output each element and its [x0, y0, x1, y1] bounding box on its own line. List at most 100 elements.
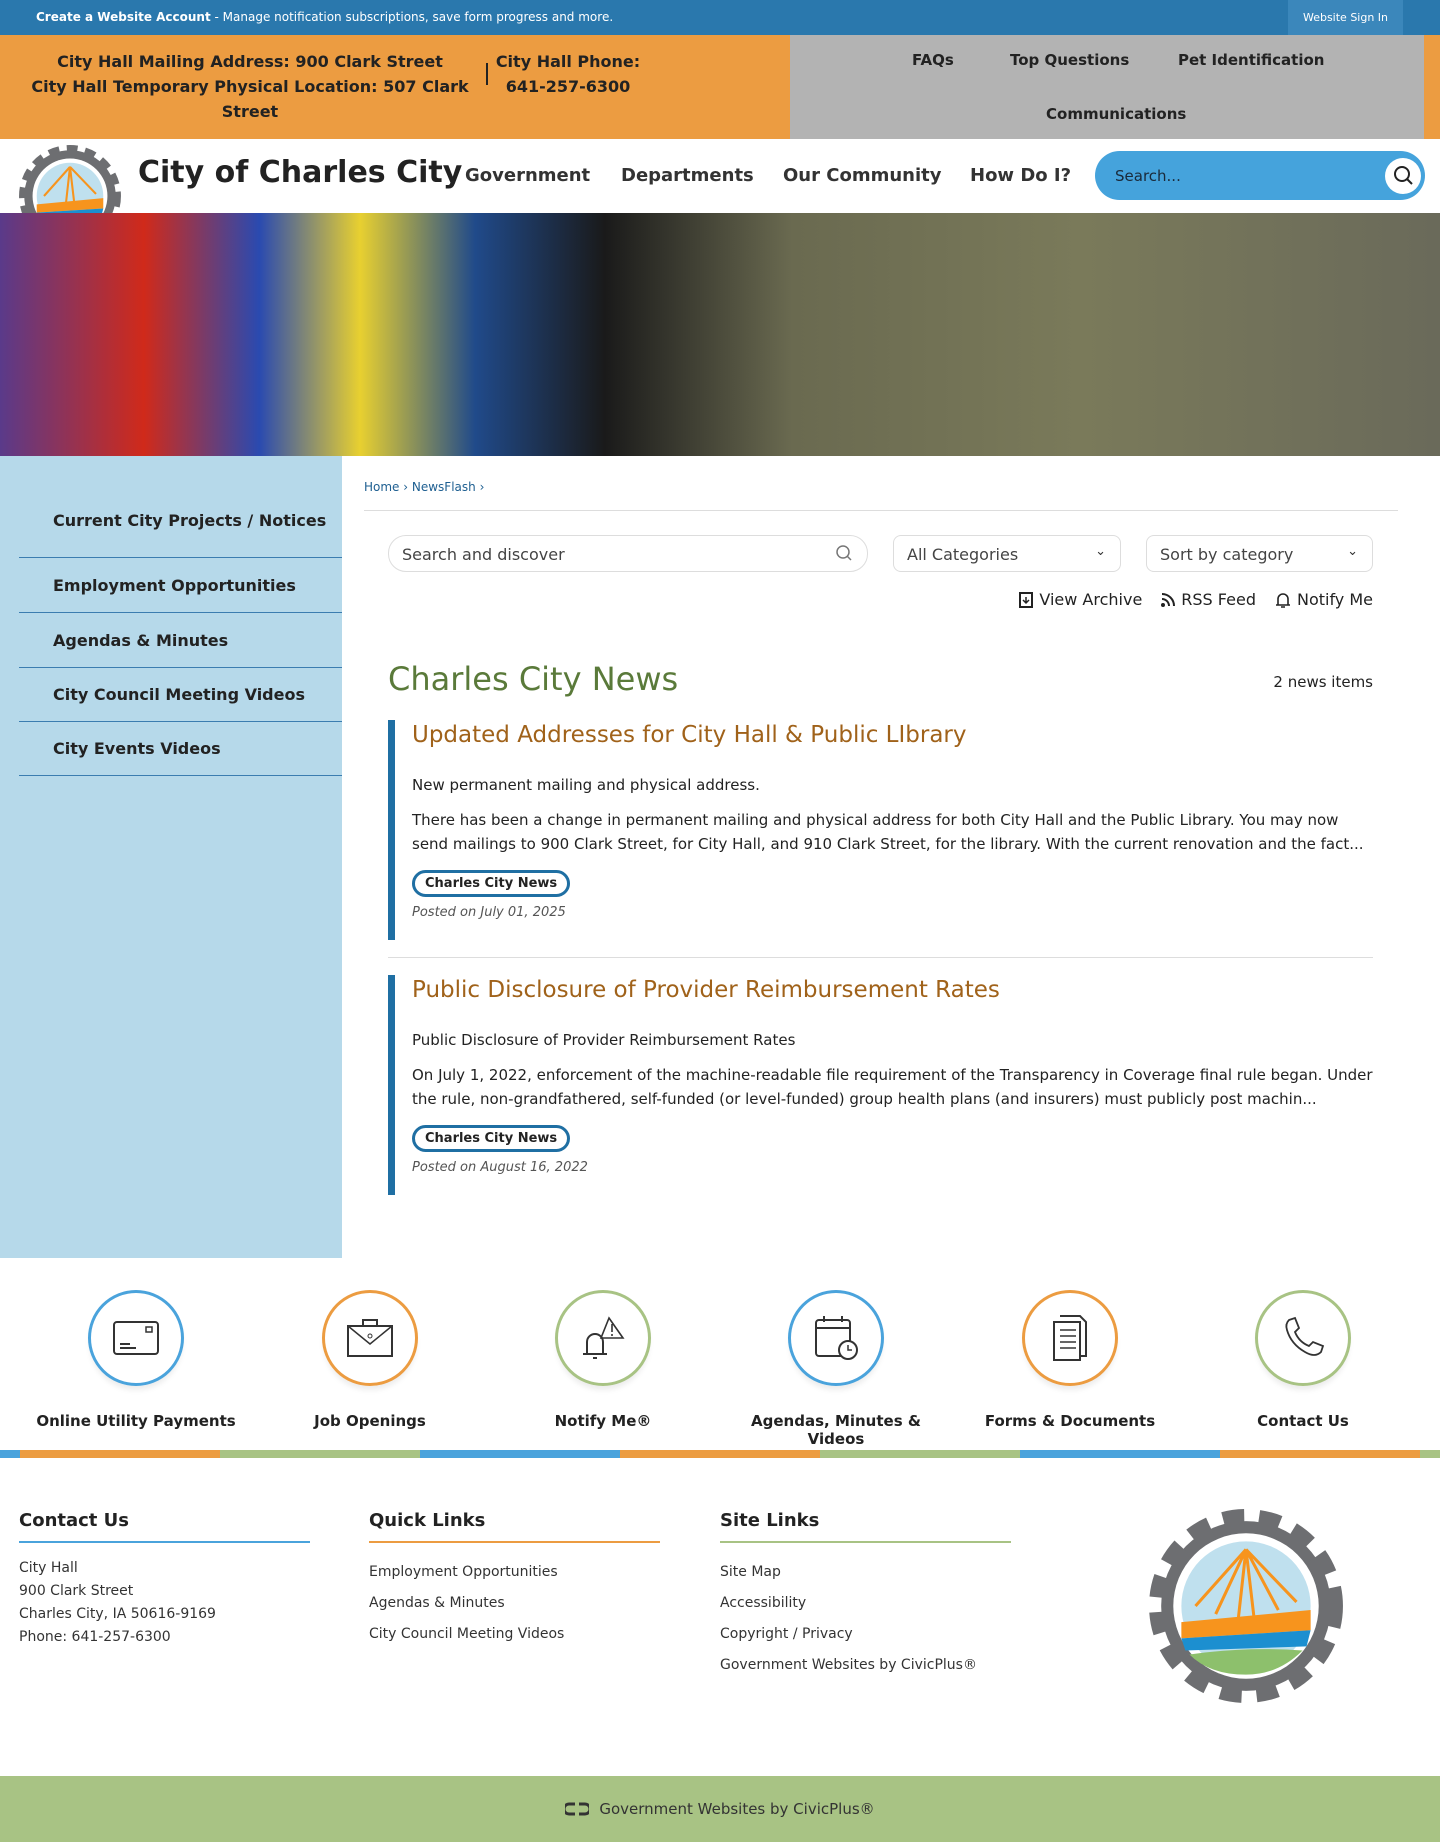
color-stripe: [0, 1450, 1440, 1458]
sort-value: Sort by category: [1160, 545, 1294, 564]
address-info: City Hall Mailing Address: 900 Clark Str…: [20, 49, 480, 124]
bottom-footer: Government Websites by CivicPlus®: [0, 1776, 1440, 1842]
category-select[interactable]: All Categories ⌄: [893, 535, 1121, 572]
quick-link-job-openings[interactable]: Job Openings: [270, 1290, 470, 1430]
footer-link[interactable]: Agendas & Minutes: [369, 1588, 660, 1619]
quick-link-label: Job Openings: [314, 1412, 426, 1430]
search-placeholder: Search and discover: [402, 545, 565, 564]
phone-info: City Hall Phone: 641-257-6300: [495, 49, 641, 99]
quick-link-forms[interactable]: Forms & Documents: [970, 1290, 1170, 1430]
quick-link-label: Forms & Documents: [984, 1412, 1156, 1430]
quick-link-agendas[interactable]: Agendas, Minutes & Videos: [736, 1290, 936, 1448]
news-search-input[interactable]: Search and discover: [388, 535, 868, 572]
mailing-address: City Hall Mailing Address: 900 Clark Str…: [57, 52, 443, 71]
category-tag[interactable]: Charles City News: [412, 870, 571, 897]
sort-select[interactable]: Sort by category ⌄: [1146, 535, 1373, 572]
bell-alert-icon: [555, 1290, 651, 1386]
top-bar: Create a Website Account - Manage notifi…: [0, 0, 1440, 35]
sign-in-button[interactable]: Website Sign In: [1288, 0, 1403, 35]
rss-feed-link[interactable]: RSS Feed: [1160, 590, 1256, 609]
news-item-title[interactable]: Updated Addresses for City Hall & Public…: [412, 722, 1373, 748]
site-title[interactable]: City of Charles City: [138, 155, 462, 190]
phone-number: 641-257-6300: [505, 77, 631, 96]
news-item: Public Disclosure of Provider Reimbursem…: [388, 975, 1373, 1195]
site-search-input[interactable]: Search...: [1095, 151, 1425, 200]
calendar-clock-icon: [788, 1290, 884, 1386]
sidebar-item-employment[interactable]: Employment Opportunities: [19, 558, 342, 613]
news-item-description: There has been a change in permanent mai…: [412, 811, 1364, 853]
search-placeholder: Search...: [1115, 167, 1181, 185]
footer-contact: Contact Us City Hall 900 Clark Street Ch…: [19, 1510, 310, 1649]
news-item-title[interactable]: Public Disclosure of Provider Reimbursem…: [412, 977, 1373, 1003]
phone-icon: [1255, 1290, 1351, 1386]
physical-address: City Hall Temporary Physical Location: 5…: [31, 77, 469, 121]
quick-link-label: Online Utility Payments: [36, 1412, 236, 1430]
archive-icon: [1019, 591, 1034, 608]
hero-banner: [0, 213, 1440, 456]
contact-line: Charles City, IA 50616-9169: [19, 1606, 216, 1622]
document-icon: [1022, 1290, 1118, 1386]
sidebar-item-current-projects[interactable]: Current City Projects / Notices: [19, 483, 342, 558]
chevron-down-icon: ⌄: [1095, 544, 1106, 559]
quick-link-label: Contact Us: [1257, 1412, 1349, 1430]
create-account-link[interactable]: Create a Website Account: [36, 10, 211, 24]
quick-link-utility-payments[interactable]: Online Utility Payments: [36, 1290, 236, 1430]
news-item-summary: Public Disclosure of Provider Reimbursem…: [412, 1031, 796, 1049]
search-icon[interactable]: [1385, 158, 1421, 194]
breadcrumb-newsflash[interactable]: NewsFlash: [412, 480, 476, 494]
quick-link-contact-us[interactable]: Contact Us: [1203, 1290, 1403, 1430]
footer-quick-links: Quick Links Employment Opportunities Age…: [369, 1510, 660, 1650]
footer-link[interactable]: Copyright / Privacy: [720, 1619, 1011, 1650]
sidebar-item-council-videos[interactable]: City Council Meeting Videos: [19, 668, 342, 722]
footer-logo: [1145, 1505, 1347, 1711]
footer-link[interactable]: Site Map: [720, 1557, 1011, 1588]
nav-departments[interactable]: Departments: [621, 165, 754, 186]
create-account-text: Create a Website Account - Manage notifi…: [36, 10, 613, 24]
civicplus-icon: [565, 1802, 590, 1816]
quick-link-notify-me[interactable]: Notify Me®: [503, 1290, 703, 1430]
sidebar-item-agendas[interactable]: Agendas & Minutes: [19, 613, 342, 668]
divider: [364, 510, 1398, 511]
divider: [486, 63, 488, 85]
rss-icon: [1161, 592, 1176, 607]
nav-our-community[interactable]: Our Community: [783, 165, 941, 186]
nav-government[interactable]: Government: [465, 165, 590, 186]
notify-me-link[interactable]: Notify Me: [1274, 590, 1373, 609]
civicplus-link[interactable]: Government Websites by CivicPlus®: [599, 1800, 874, 1818]
view-archive-label: View Archive: [1039, 590, 1143, 609]
posted-date: Posted on July 01, 2025: [412, 905, 566, 920]
footer-link[interactable]: City Council Meeting Videos: [369, 1619, 660, 1650]
sidebar-item-events-videos[interactable]: City Events Videos: [19, 722, 342, 776]
footer-link[interactable]: Accessibility: [720, 1588, 1011, 1619]
link-communications[interactable]: Communications: [1046, 105, 1186, 123]
footer-heading: Site Links: [720, 1510, 1011, 1543]
link-pet-identification[interactable]: Pet Identification: [1178, 51, 1324, 69]
phone-label: City Hall Phone:: [495, 52, 641, 71]
notify-me-label: Notify Me: [1296, 590, 1373, 609]
divider: [388, 957, 1373, 958]
news-item-summary: New permanent mailing and physical addre…: [412, 776, 760, 794]
payment-card-icon: [88, 1290, 184, 1386]
footer-heading: Contact Us: [19, 1510, 310, 1543]
nav-how-do-i[interactable]: How Do I?: [970, 165, 1071, 186]
quick-link-label: Agendas, Minutes & Videos: [751, 1412, 921, 1448]
footer-link[interactable]: Employment Opportunities: [369, 1557, 660, 1588]
contact-line: City Hall: [19, 1560, 78, 1576]
link-top-questions[interactable]: Top Questions: [1010, 51, 1129, 69]
page-title: Charles City News: [388, 660, 679, 698]
create-account-desc: - Manage notification subscriptions, sav…: [210, 10, 614, 24]
link-faqs[interactable]: FAQs: [912, 51, 954, 69]
contact-line: Phone: 641-257-6300: [19, 1629, 171, 1645]
quick-link-label: Notify Me®: [554, 1412, 652, 1430]
footer-heading: Quick Links: [369, 1510, 660, 1543]
category-value: All Categories: [907, 545, 1019, 564]
news-item: Updated Addresses for City Hall & Public…: [388, 720, 1373, 940]
breadcrumb: Home › NewsFlash ›: [364, 480, 485, 494]
category-tag[interactable]: Charles City News: [412, 1125, 571, 1152]
breadcrumb-home[interactable]: Home: [364, 480, 399, 494]
view-archive-link[interactable]: View Archive: [1018, 590, 1142, 609]
briefcase-icon: [322, 1290, 418, 1386]
search-icon[interactable]: [835, 544, 853, 566]
footer-link[interactable]: Government Websites by CivicPlus®: [720, 1650, 1011, 1681]
news-item-description: On July 1, 2022, enforcement of the mach…: [412, 1066, 1373, 1108]
